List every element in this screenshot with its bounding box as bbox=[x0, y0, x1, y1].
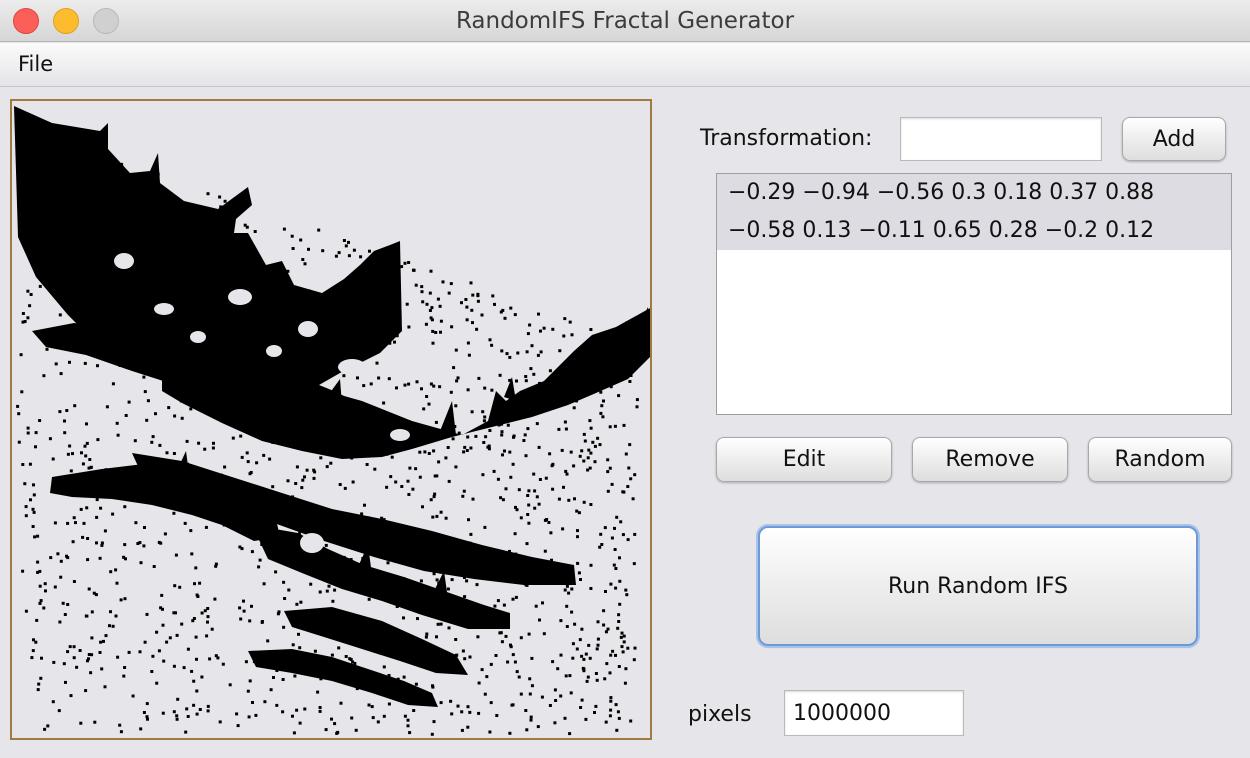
list-item[interactable]: −0.58 0.13 −0.11 0.65 0.28 −0.2 0.12 bbox=[717, 212, 1231, 250]
pixels-label: pixels bbox=[688, 702, 752, 727]
menu-file[interactable]: File bbox=[18, 43, 53, 85]
list-item[interactable]: −0.29 −0.94 −0.56 0.3 0.18 0.37 0.88 bbox=[717, 174, 1231, 212]
window-title: RandomIFS Fractal Generator bbox=[455, 8, 795, 34]
transformation-label: Transformation: bbox=[700, 126, 873, 151]
edit-button[interactable]: Edit bbox=[716, 437, 892, 482]
remove-button[interactable]: Remove bbox=[912, 437, 1068, 482]
add-button[interactable]: Add bbox=[1122, 117, 1226, 161]
random-button[interactable]: Random bbox=[1088, 437, 1232, 482]
menu-bar: File bbox=[0, 43, 1250, 87]
title-bar: RandomIFS Fractal Generator bbox=[0, 0, 1250, 42]
fractal-image bbox=[14, 106, 650, 707]
transformation-list[interactable]: −0.29 −0.94 −0.56 0.3 0.18 0.37 0.88 −0.… bbox=[716, 173, 1232, 415]
pixels-input[interactable] bbox=[784, 690, 964, 736]
fractal-canvas bbox=[10, 99, 652, 740]
transformation-input[interactable] bbox=[900, 117, 1102, 161]
run-random-ifs-button[interactable]: Run Random IFS bbox=[758, 526, 1198, 646]
